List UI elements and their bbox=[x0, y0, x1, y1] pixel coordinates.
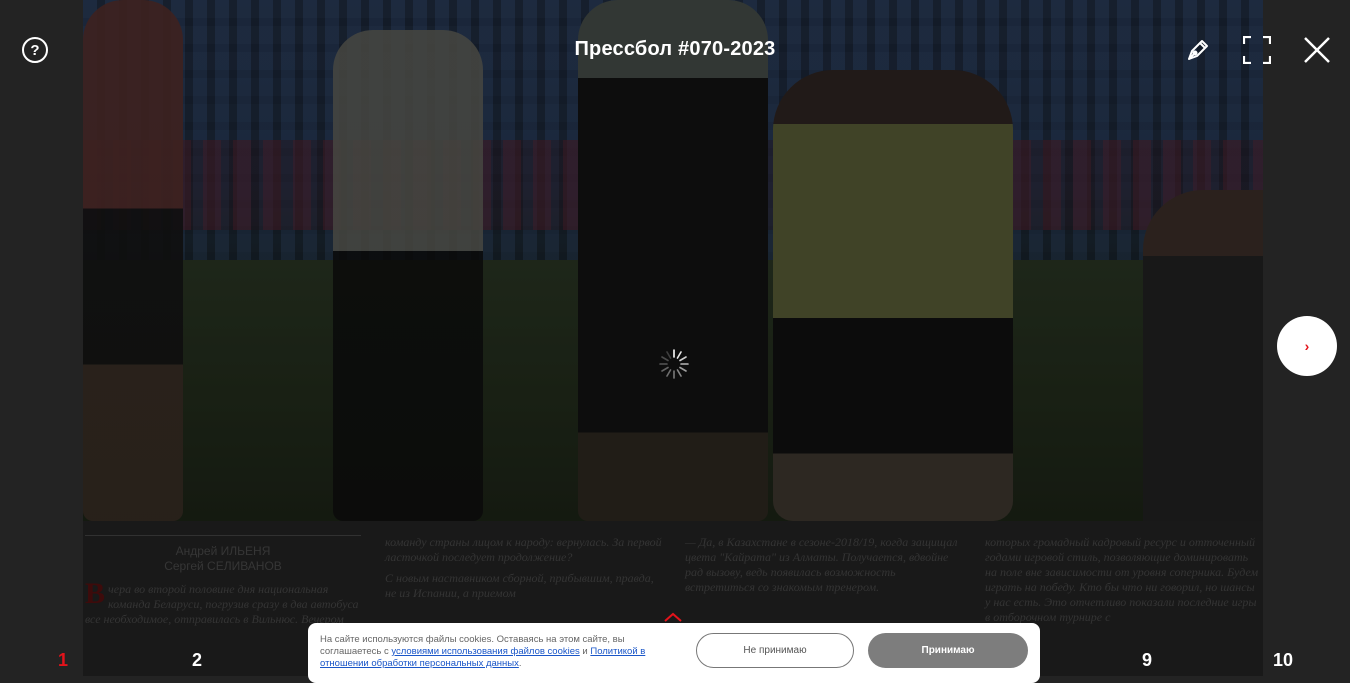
next-page-button[interactable]: › bbox=[1277, 316, 1337, 376]
page-title: Прессбол #070-2023 bbox=[574, 38, 776, 60]
cookie-text: и bbox=[579, 646, 591, 657]
fullscreen-icon bbox=[1242, 35, 1272, 65]
page-number-2[interactable]: 2 bbox=[192, 650, 202, 671]
close-icon bbox=[1304, 37, 1330, 63]
accept-cookies-button[interactable]: Принимаю bbox=[868, 633, 1028, 668]
spinner-icon bbox=[659, 349, 689, 379]
page-number-10[interactable]: 10 bbox=[1273, 650, 1293, 671]
cookie-banner: На сайте используются файлы cookies. Ост… bbox=[308, 623, 1040, 683]
chevron-right-icon: › bbox=[1304, 338, 1310, 354]
decline-cookies-button[interactable]: Не принимаю bbox=[696, 633, 854, 668]
page-number-1[interactable]: 1 bbox=[58, 650, 68, 671]
page-number-9[interactable]: 9 bbox=[1142, 650, 1152, 671]
chevron-up-icon[interactable] bbox=[660, 610, 686, 624]
dim-overlay bbox=[83, 0, 1263, 676]
pen-icon bbox=[1188, 40, 1208, 60]
fullscreen-button[interactable] bbox=[1242, 35, 1272, 65]
close-button[interactable] bbox=[1302, 35, 1332, 65]
magazine-page-image: Андрей ИЛЬЕНЯ Сергей СЕЛИВАНОВ Вчера во … bbox=[83, 0, 1263, 676]
cookie-notice-text: На сайте используются файлы cookies. Ост… bbox=[320, 634, 670, 670]
annotate-button[interactable] bbox=[1184, 36, 1212, 64]
cookie-text: . bbox=[518, 658, 522, 669]
cookies-terms-link[interactable]: условиями использования файлов cookies bbox=[391, 646, 579, 657]
